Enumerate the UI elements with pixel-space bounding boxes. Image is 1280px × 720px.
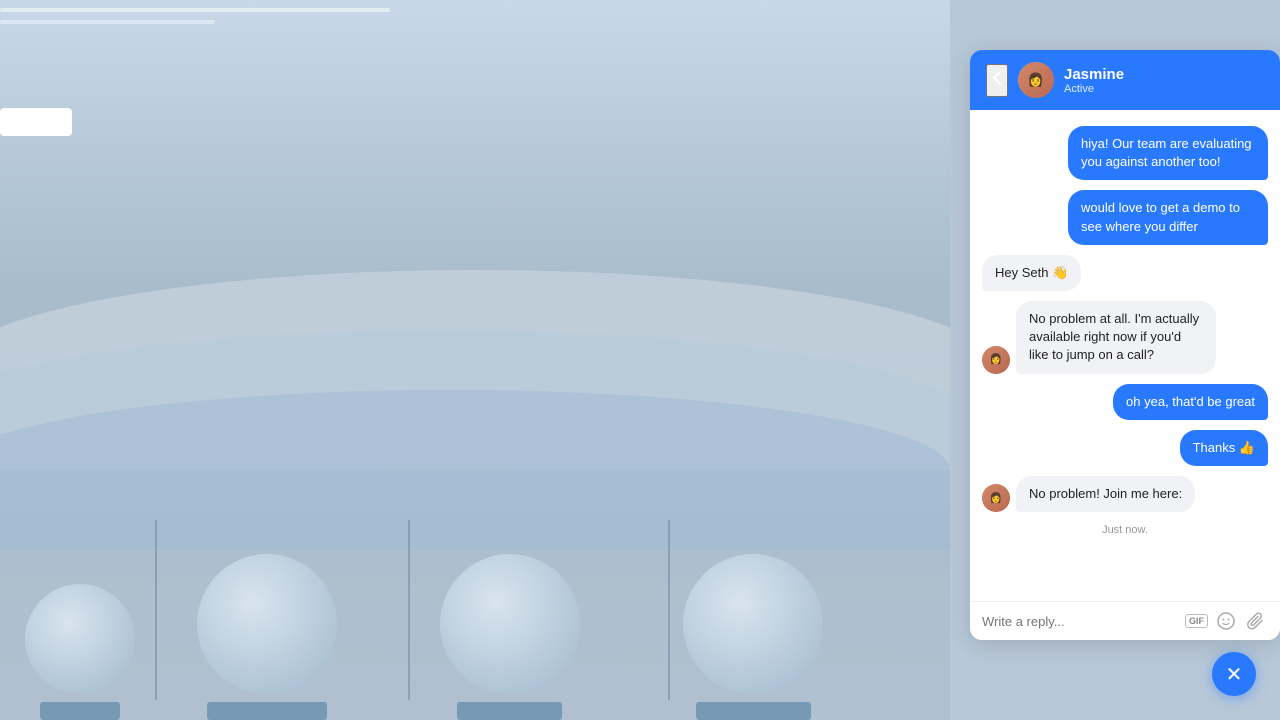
chat-header-info: Jasmine Active — [1064, 66, 1264, 95]
product-cards-area — [0, 500, 950, 720]
message-with-avatar-2: 👩 No problem! Join me here: — [982, 476, 1268, 512]
card-divider-2 — [408, 520, 410, 700]
agent-avatar: 👩 — [1018, 62, 1054, 98]
card-divider-3 — [668, 520, 670, 700]
message-timestamp: Just now. — [982, 524, 1268, 536]
message-sent-3: oh yea, that'd be great — [1113, 384, 1268, 420]
attachment-button[interactable] — [1244, 612, 1268, 630]
chat-reply-input[interactable] — [982, 614, 1177, 629]
gif-button[interactable]: GIF — [1185, 614, 1208, 628]
message-avatar-1: 👩 — [982, 346, 1010, 374]
message-avatar-2: 👩 — [982, 484, 1010, 512]
chat-messages-container: hiya! Our team are evaluating you agains… — [970, 110, 1280, 601]
chat-input-icons: GIF — [1185, 612, 1268, 630]
top-line-long — [0, 8, 390, 12]
chat-header: 👩 Jasmine Active — [970, 50, 1280, 110]
top-line-short — [0, 20, 215, 24]
emoji-button[interactable] — [1214, 612, 1238, 630]
chat-panel: 👩 Jasmine Active hiya! Our team are eval… — [970, 50, 1280, 640]
product-card-1[interactable] — [30, 584, 130, 720]
message-with-avatar-1: 👩 No problem at all. I'm actually availa… — [982, 301, 1268, 374]
message-sent-4: Thanks 👍 — [1180, 430, 1268, 466]
chat-back-button[interactable] — [986, 64, 1008, 97]
product-card-2[interactable] — [190, 554, 343, 720]
agent-status: Active — [1064, 83, 1264, 95]
message-sent-2: would love to get a demo to see where yo… — [1068, 190, 1268, 244]
chat-close-button[interactable]: ✕ — [1212, 652, 1256, 696]
background-area — [0, 0, 950, 720]
message-received-1: Hey Seth 👋 — [982, 255, 1081, 291]
close-icon: ✕ — [1226, 662, 1243, 687]
message-received-2: No problem at all. I'm actually availabl… — [1016, 301, 1216, 374]
message-sent-1: hiya! Our team are evaluating you agains… — [1068, 126, 1268, 180]
agent-name: Jasmine — [1064, 66, 1264, 83]
product-card-3[interactable] — [433, 554, 586, 720]
product-card-4[interactable] — [677, 554, 830, 720]
chat-input-area: GIF — [970, 601, 1280, 640]
card-divider-1 — [155, 520, 157, 700]
top-button[interactable] — [0, 108, 72, 136]
message-received-3: No problem! Join me here: — [1016, 476, 1195, 512]
